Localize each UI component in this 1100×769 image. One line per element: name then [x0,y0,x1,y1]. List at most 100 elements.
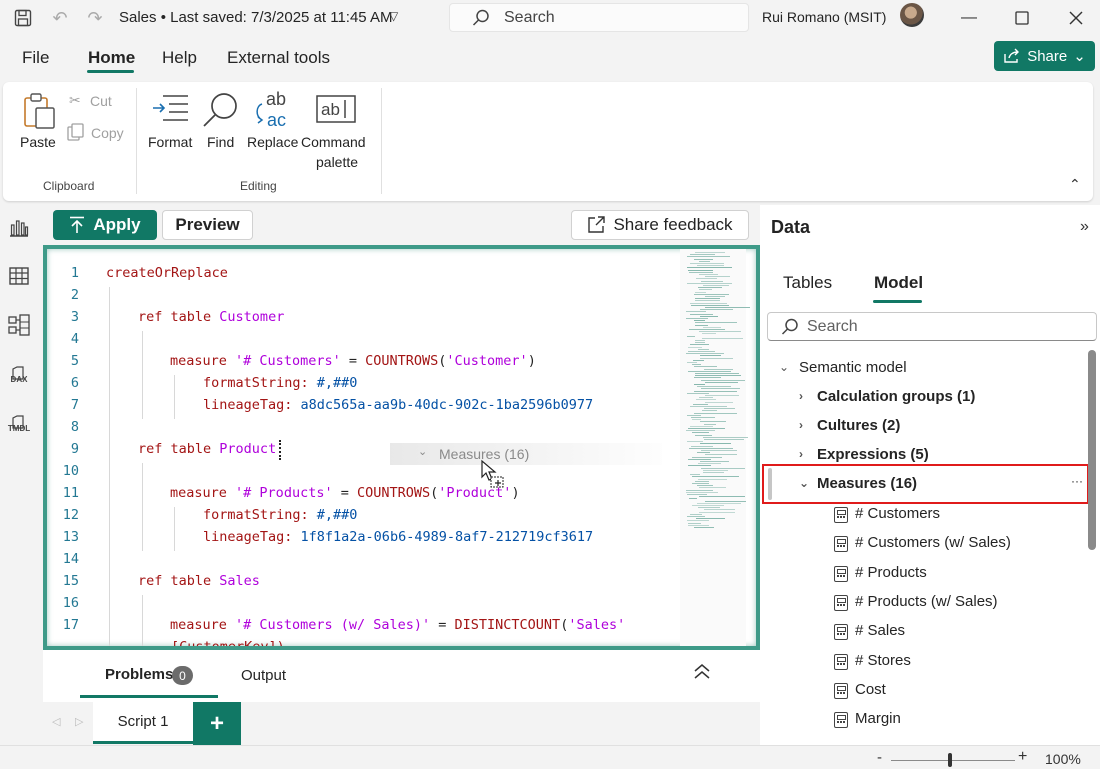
title-search-box[interactable]: Search [449,3,749,32]
minimap-line [702,410,717,412]
minimap[interactable] [680,249,750,646]
format-icon[interactable] [151,93,189,125]
tab-model[interactable]: Model [874,273,923,293]
minimap-line [695,298,720,300]
minimap-line [687,520,709,522]
report-view-icon[interactable] [7,216,31,240]
dax-query-view-icon[interactable]: DAX [7,361,31,385]
zoom-slider[interactable] [891,760,1015,761]
chevron-right-icon: › [799,389,803,403]
zoom-slider-thumb[interactable] [948,753,952,767]
copy-button[interactable]: Copy [91,125,124,141]
line-number: 12 [62,507,79,523]
maximize-icon[interactable] [1010,6,1034,30]
measure-label: # Customers [855,505,941,522]
zoom-in-button[interactable]: + [1018,748,1027,766]
share-button[interactable]: Share ⌄ [994,41,1095,71]
tree-measure-item[interactable]: # Products [760,559,1085,588]
clipboard-group-label: Clipboard [43,179,95,193]
model-view-icon[interactable] [7,313,31,337]
tmdl-view-icon[interactable]: TMDL [7,410,31,434]
minimap-line [693,359,704,361]
undo-icon[interactable]: ↶ [49,7,71,29]
line-number: 3 [70,309,79,325]
user-name[interactable]: Rui Romano (MSIT) [762,9,886,25]
replace-icon[interactable]: ab ac [252,90,294,130]
find-icon[interactable] [202,91,240,129]
minimap-line [698,478,727,480]
minimap-line [688,524,709,526]
minimap-line [699,274,718,275]
avatar[interactable] [900,3,924,27]
code-line: 6 formatString: #,##0 [47,375,677,397]
add-script-button[interactable]: + [193,702,241,745]
minimap-line [693,403,708,405]
replace-button[interactable]: Replace [247,134,298,150]
minimap-line [701,280,723,282]
chevron-down-icon[interactable]: ▽ [389,9,398,23]
chevron-double-right-icon[interactable]: » [1080,218,1089,236]
minimap-line [695,342,705,344]
svg-text:ab: ab [266,90,286,109]
zoom-out-button[interactable]: - [877,749,882,766]
minimap-line [688,465,711,467]
command-palette-icon[interactable]: ab [316,95,356,123]
data-search-input[interactable]: Search [767,312,1097,341]
cut-button[interactable]: Cut [90,93,112,109]
scrollbar[interactable] [1088,350,1096,550]
format-button[interactable]: Format [148,134,192,150]
measure-label: # Products [855,563,927,581]
minimap-line [692,505,724,506]
redo-icon[interactable]: ↷ [84,7,106,29]
menu-home[interactable]: Home [88,48,135,68]
code-text: measure '# Products' = COUNTROWS('Produc… [170,485,520,501]
save-icon[interactable] [12,7,34,29]
minimap-line [687,282,732,284]
minimap-line [690,254,715,256]
code-editor[interactable]: 1 createOrReplace 2 3 ref table Customer 4 5 me… [43,245,760,650]
tree-measure-item[interactable]: # Customers [760,500,1085,529]
collapse-ribbon-icon[interactable]: ⌃ [1069,176,1081,193]
svg-text:ab: ab [321,100,340,119]
menu-help[interactable]: Help [162,48,197,68]
menu-file[interactable]: File [22,48,49,68]
menu-external-tools[interactable]: External tools [227,48,330,68]
tab-problems[interactable]: Problems [105,666,173,683]
apply-button[interactable]: Apply [53,210,157,240]
tree-calculation-groups[interactable]: › Calculation groups (1) [760,383,1085,412]
data-search-placeholder: Search [807,318,858,335]
close-icon[interactable] [1064,6,1088,30]
tree-measure-item[interactable]: # Stores [760,647,1085,676]
preview-button[interactable]: Preview [162,210,253,240]
active-tab-indicator [873,300,922,303]
tab-output[interactable]: Output [241,667,286,684]
minimize-icon[interactable]: — [957,6,981,30]
scroll-left-icon[interactable]: ◁ [52,715,60,728]
find-button[interactable]: Find [207,134,234,150]
script-tab-bar: ◁ ▷ Script 1 + [43,702,760,745]
calculator-icon [834,594,848,611]
command-palette-button-line2: palette [316,154,359,170]
minimap-line [705,500,746,502]
paste-button[interactable]: Paste [20,134,56,150]
tree-cultures[interactable]: › Cultures (2) [760,412,1085,441]
paste-icon[interactable] [23,92,57,130]
tab-tables[interactable]: Tables [783,273,832,293]
table-view-icon[interactable] [7,264,31,288]
tree-measure-item[interactable]: Margin [760,705,1085,734]
chevron-double-up-icon[interactable] [693,662,711,680]
share-feedback-button[interactable]: Share feedback [571,210,749,240]
tree-semantic-model[interactable]: ⌄ Semantic model [760,354,1085,383]
command-palette-button[interactable]: Command [301,134,366,150]
minimap-line [698,348,709,350]
scroll-right-icon[interactable]: ▷ [75,715,83,728]
tree-measure-item[interactable]: Cost [760,676,1085,705]
window-title: Sales • Last saved: 7/3/2025 at 11:45 AM [119,9,393,26]
tab-script-1[interactable]: Script 1 [93,702,193,744]
drag-cursor-icon [481,459,504,488]
tree-measure-item[interactable]: # Customers (w/ Sales) [760,529,1085,558]
tree-measure-item[interactable]: # Sales [760,617,1085,646]
minimap-line [702,337,743,339]
tree-measure-item[interactable]: # Products (w/ Sales) [760,588,1085,617]
minimap-line [695,322,737,324]
